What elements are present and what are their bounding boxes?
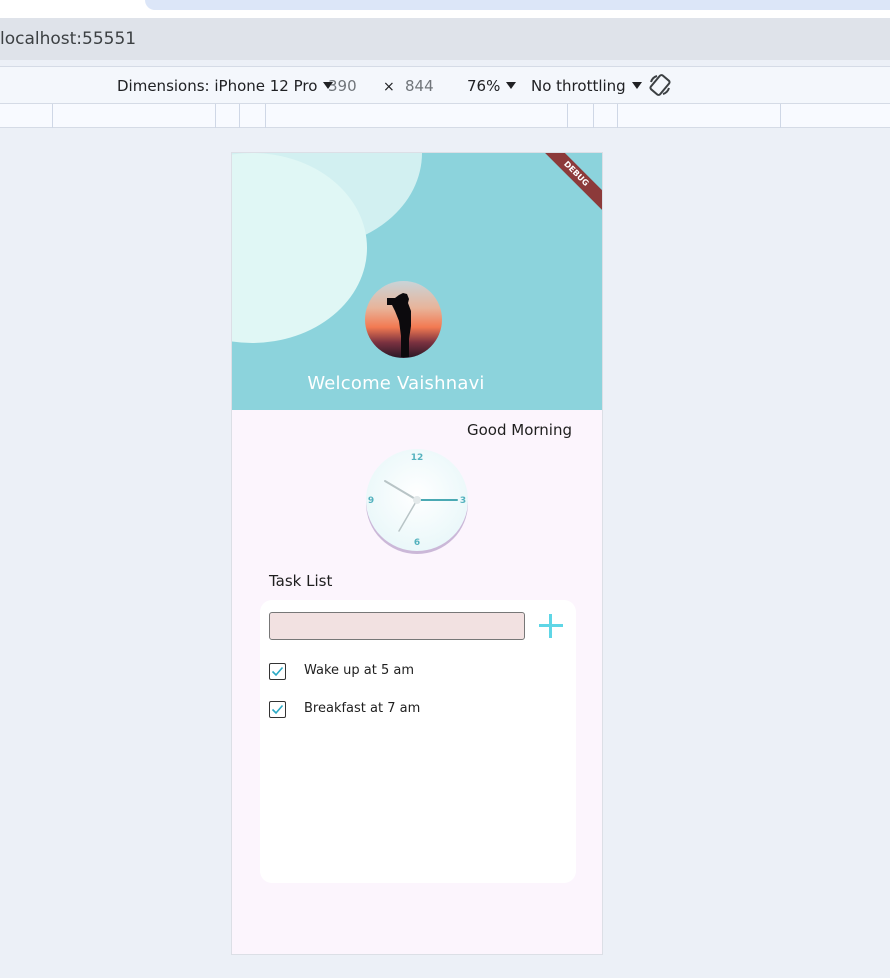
ruler-tick [567, 104, 568, 128]
ruler-tick [215, 104, 216, 128]
chevron-down-icon [631, 82, 642, 89]
debug-banner: DEBUG [535, 153, 602, 215]
ruler-tick [780, 104, 781, 128]
clock-center [413, 496, 421, 504]
task-card: Wake up at 5 am Breakfast at 7 am [260, 600, 576, 883]
add-task-button[interactable] [537, 612, 565, 640]
analog-clock: 12 3 6 9 [365, 449, 469, 555]
media-query-bar[interactable] [0, 104, 890, 128]
dimensions-dropdown[interactable]: Dimensions: iPhone 12 Pro [117, 77, 334, 95]
task-item[interactable]: Breakfast at 7 am [269, 700, 559, 720]
ruler-tick [593, 104, 594, 128]
tab-strip [0, 0, 890, 18]
device-toolbar: Dimensions: iPhone 12 Pro 390 × 844 76% … [0, 66, 890, 104]
url-text[interactable]: localhost:55551 [0, 29, 136, 49]
ruler-tick [265, 104, 266, 128]
clock-numeral-6: 6 [414, 538, 420, 548]
avatar [365, 281, 442, 358]
zoom-label: 76% [467, 77, 501, 95]
task-label: Breakfast at 7 am [304, 701, 421, 716]
check-icon [271, 666, 284, 677]
active-tab[interactable] [145, 0, 890, 10]
dimensions-label: Dimensions: iPhone 12 Pro [117, 77, 318, 95]
width-field[interactable]: 390 [328, 77, 357, 95]
height-field[interactable]: 844 [405, 77, 434, 95]
ruler-tick [52, 104, 53, 128]
address-bar[interactable]: localhost:55551 [0, 18, 890, 60]
greeting-text: Good Morning [467, 421, 572, 439]
throttling-label: No throttling [531, 77, 626, 95]
times-icon: × [383, 79, 395, 95]
throttling-dropdown[interactable]: No throttling [531, 77, 642, 95]
task-label: Wake up at 5 am [304, 663, 415, 678]
welcome-text: Welcome Vaishnavi [307, 373, 485, 394]
app-header: Welcome Vaishnavi DEBUG [232, 153, 602, 410]
chevron-down-icon [506, 82, 517, 89]
task-list-title: Task List [269, 572, 333, 590]
ruler-tick [617, 104, 618, 128]
task-item[interactable]: Wake up at 5 am [269, 662, 559, 682]
device-viewport: Welcome Vaishnavi DEBUG Good Morning 12 … [231, 152, 603, 955]
clock-numeral-9: 9 [368, 496, 374, 506]
clock-numeral-3: 3 [460, 496, 466, 506]
clock-numeral-12: 12 [411, 453, 424, 463]
ruler-tick [239, 104, 240, 128]
task-checkbox[interactable] [269, 701, 286, 718]
check-icon [271, 704, 284, 715]
task-input[interactable] [269, 612, 525, 640]
zoom-dropdown[interactable]: 76% [467, 77, 517, 95]
task-checkbox[interactable] [269, 663, 286, 680]
rotate-icon[interactable] [648, 73, 672, 97]
